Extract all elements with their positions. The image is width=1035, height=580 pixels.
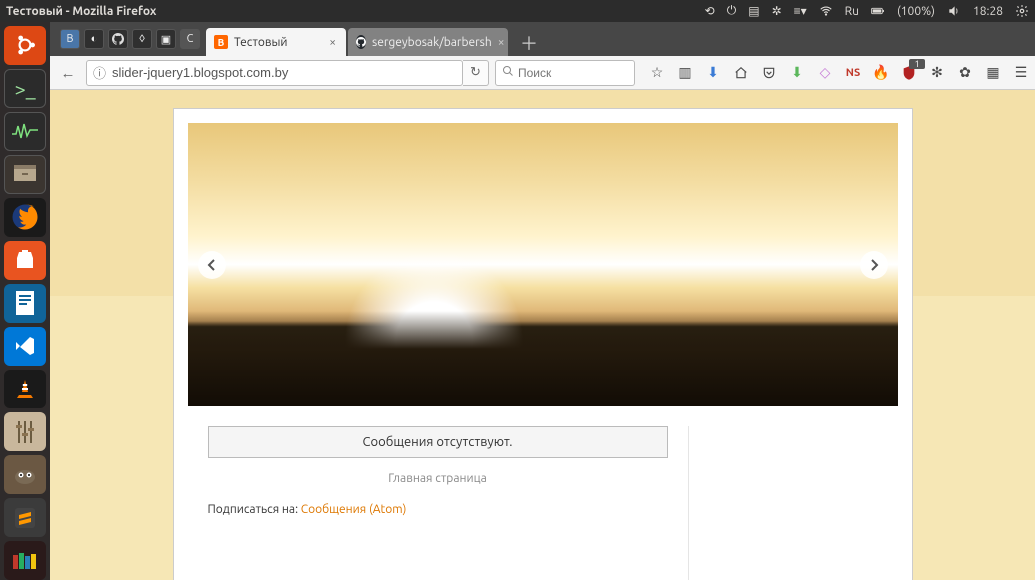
blogger-icon: B: [214, 35, 228, 49]
extension-flame-icon[interactable]: 🔥: [873, 64, 889, 81]
menu-icon[interactable]: ≡▾: [794, 4, 807, 18]
library-icon[interactable]: ▥: [677, 64, 693, 81]
slider: [188, 123, 898, 406]
main-column: Сообщения отсутствуют. Главная страница …: [188, 426, 688, 580]
new-tab-button[interactable]: ＋: [510, 30, 548, 56]
bookmark-c[interactable]: C: [180, 29, 200, 49]
search-icon: [502, 65, 514, 80]
window-title: Тестовый - Mozilla Firefox: [6, 5, 156, 18]
launcher-vlc[interactable]: [4, 370, 46, 409]
page-content: Сообщения отсутствуют. Главная страница …: [173, 108, 913, 580]
github-icon: [356, 35, 366, 49]
slider-prev-button[interactable]: [198, 251, 226, 279]
subscribe-prefix: Подписаться на:: [208, 503, 301, 516]
subscribe-line: Подписаться на: Сообщения (Atom): [208, 503, 668, 516]
home-icon[interactable]: [733, 66, 749, 80]
keyboard-indicator[interactable]: Ru: [845, 5, 859, 18]
launcher-sound-settings[interactable]: [4, 412, 46, 451]
slider-next-button[interactable]: [860, 251, 888, 279]
battery-text: (100%): [897, 5, 935, 18]
download-green-icon[interactable]: ⬇: [789, 64, 805, 81]
extension-icon-3[interactable]: ▦: [985, 64, 1001, 81]
launcher-firefox[interactable]: [4, 198, 46, 237]
browser-window: В ◐ ◊ ▣ C B Тестовый × sergeybosak/barbe…: [50, 22, 1035, 580]
sync-icon[interactable]: ⟲: [705, 4, 715, 18]
slider-trees: [188, 311, 898, 406]
no-posts-message: Сообщения отсутствуют.: [208, 426, 668, 458]
extension-icon[interactable]: ✻: [929, 64, 945, 81]
bookmark-vk[interactable]: В: [60, 29, 80, 49]
toolbar-icons: ☆ ▥ ⬇ ⬇ ◇ NS 🔥 1 ✻ ✿ ▦ ☰: [641, 64, 1029, 81]
address-bar[interactable]: ⓘ: [86, 60, 463, 86]
close-icon[interactable]: ×: [329, 36, 336, 49]
launcher: >_: [0, 22, 50, 580]
tab-active[interactable]: B Тестовый ×: [206, 28, 346, 56]
activity-icon[interactable]: ✲: [772, 4, 782, 18]
wifi-icon[interactable]: [819, 4, 833, 18]
bookmark-bar: В ◐ ◊ ▣ C: [54, 22, 206, 56]
launcher-sublime[interactable]: [4, 498, 46, 537]
battery-icon[interactable]: [871, 4, 885, 18]
ublock-icon[interactable]: 1: [901, 65, 917, 81]
launcher-calibre[interactable]: [4, 541, 46, 580]
settings-gear-icon[interactable]: [1015, 4, 1029, 18]
launcher-gimp[interactable]: [4, 455, 46, 494]
launcher-writer[interactable]: [4, 284, 46, 323]
launcher-terminal[interactable]: >_: [4, 69, 46, 108]
volume-icon[interactable]: [947, 4, 961, 18]
indicator-area: ⟲ ⏻ ▤ ✲ ≡▾ Ru (100%) 18:28: [705, 4, 1029, 18]
bookmark-pocket[interactable]: ◊: [132, 29, 152, 49]
bookmark-star-icon[interactable]: ☆: [649, 64, 665, 81]
extension-diamond-icon[interactable]: ◇: [817, 64, 833, 81]
tab-label: Тестовый: [234, 36, 288, 49]
viewport[interactable]: Сообщения отсутствуют. Главная страница …: [50, 90, 1035, 580]
url-input[interactable]: [112, 65, 456, 80]
back-button[interactable]: ←: [56, 61, 80, 85]
launcher-dash[interactable]: [4, 26, 46, 65]
ublock-badge: 1: [909, 59, 925, 69]
search-input[interactable]: [518, 66, 628, 80]
tab-strip: В ◐ ◊ ▣ C B Тестовый × sergeybosak/barbe…: [50, 22, 1035, 56]
noscript-icon[interactable]: NS: [845, 67, 861, 79]
tab-label: sergeybosak/barbersh: [372, 36, 492, 49]
launcher-system-monitor[interactable]: [4, 112, 46, 151]
launcher-files[interactable]: [4, 155, 46, 194]
tab-inactive[interactable]: sergeybosak/barbersh ×: [348, 28, 508, 56]
search-box[interactable]: [495, 60, 635, 86]
menu-icon[interactable]: ☰: [1013, 64, 1029, 81]
subscribe-atom-link[interactable]: Сообщения (Atom): [301, 503, 407, 516]
bookmark-github[interactable]: [108, 29, 128, 49]
clock[interactable]: 18:28: [973, 5, 1003, 18]
bookmark-chrome[interactable]: ◐: [84, 29, 104, 49]
address-row: ← ⓘ ↻ ☆ ▥ ⬇ ⬇ ◇ NS 🔥: [50, 56, 1035, 90]
home-link[interactable]: Главная страница: [208, 472, 668, 485]
sidebar-column: [688, 426, 898, 580]
top-panel: Тестовый - Mozilla Firefox ⟲ ⏻ ▤ ✲ ≡▾ Ru…: [0, 0, 1035, 22]
launcher-vscode[interactable]: [4, 327, 46, 366]
info-icon[interactable]: ⓘ: [93, 63, 106, 82]
extension-icon-2[interactable]: ✿: [957, 64, 973, 81]
close-icon[interactable]: ×: [498, 36, 505, 49]
bookmark-item[interactable]: ▣: [156, 29, 176, 49]
downloads-icon[interactable]: ⬇: [705, 64, 721, 81]
pocket-icon[interactable]: [761, 66, 777, 80]
messages-icon[interactable]: ▤: [748, 4, 759, 18]
reload-button[interactable]: ↻: [463, 60, 489, 86]
launcher-software[interactable]: [4, 241, 46, 280]
power-icon[interactable]: ⏻: [727, 4, 737, 18]
